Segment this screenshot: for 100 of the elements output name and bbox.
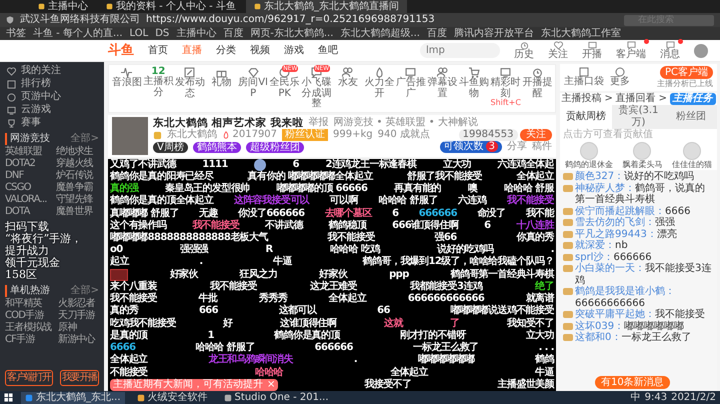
top-fan-name[interactable]: 飘着柔头马 [622,160,662,170]
toolbar-item[interactable]: 12 主播积分 [142,67,174,110]
sidebar-item[interactable]: 排行榜 [5,78,99,90]
nav-link[interactable]: 视频 [250,44,270,56]
game-link[interactable]: 火影忍者 [58,298,99,310]
top-fan-name[interactable]: 佳佳佳的猫 [672,160,712,170]
game-link[interactable]: 魔兽世界 [56,206,99,218]
toolbar-item[interactable]: 房间VIP [237,67,269,110]
bookmark-link[interactable]: LOL [130,28,148,40]
toolbar-item[interactable]: 水友 [332,67,364,110]
panel-link[interactable]: 主播投稿 > [561,92,613,105]
rank-tab[interactable]: 贵宾(3.1万) [612,104,665,129]
toolbar-item[interactable]: 精彩时刻 Shift+C [490,67,522,110]
game-link[interactable]: 新游中心 [58,334,99,346]
header-action[interactable]: 历史 [514,41,534,60]
game-link[interactable]: 绝地求生 [56,146,99,158]
game-link[interactable]: CF手游 [5,334,56,346]
browser-tab[interactable]: 我的资料 - 个人中心 - 斗鱼 [98,0,244,13]
toolbar-item[interactable]: 弹幕设置 [426,67,458,110]
nav-link[interactable]: 鱼吧 [318,44,338,56]
sidebar-item[interactable]: 赛事 [5,117,99,129]
sidebar-item[interactable]: 我的关注 [5,65,99,77]
pc-client-button[interactable]: PC客户端 [660,66,713,79]
task-badge[interactable]: 主播任务 [670,92,716,105]
bookmark-link[interactable]: 腾讯内容开放平台 [454,28,534,40]
game-link[interactable]: DOTA2 [5,158,53,170]
toolbar-item[interactable]: 发布动态 [174,67,206,110]
toolbar-item[interactable]: 音浪图 [111,67,143,110]
nav-link[interactable]: 首页 [148,44,168,56]
game-link[interactable]: DNF [5,170,53,182]
follow-button[interactable]: 关注 [520,129,552,142]
game-link[interactable]: 穿越火线 [56,158,99,170]
bookmark-link[interactable]: 书签 [6,28,26,40]
toolbar-item[interactable]: 火力全开 [364,67,396,110]
score-value: 12 [151,67,166,77]
danmaku-text: 是真的顶 [110,330,148,342]
game-link[interactable]: COD手游 [5,310,56,322]
search-field[interactable]: lmp [420,43,500,58]
ad-overlay-text: 扫码下载 “将夜行”手游， 提升战力 领千元现金 158区 [5,221,84,282]
site-logo[interactable]: 斗鱼 [108,42,134,58]
share-link[interactable]: 分享 [507,141,527,154]
more-link[interactable]: 全部> [70,285,99,298]
bookmark-link[interactable]: 百度 [223,28,244,40]
taskbar-app[interactable]: 东北大鹤鸽_东北... [21,392,125,404]
panel-link[interactable]: 直播回看 > [616,92,668,105]
sidebar-item[interactable]: 云游戏 [5,104,99,116]
room-badge[interactable]: V周榜 [153,142,188,153]
browser-tab[interactable]: 东北大鹤鸽_东北大鹤鸽直播间 [246,0,407,13]
bookmark-link[interactable]: DS [155,28,170,40]
game-link[interactable]: 英雄联盟 [5,146,53,158]
toolbar-item[interactable]: 斗鱼购物 [458,67,490,110]
game-link[interactable]: 炉石传说 [56,170,99,182]
more-link[interactable]: 全部> [70,133,99,145]
bookmark-link[interactable]: 主播中心 [176,28,216,40]
ime-indicator[interactable]: 中 [630,392,641,404]
taskbar-app[interactable]: Studio One - 201... [220,392,333,404]
streamer-name[interactable]: 东北大鹤鸽 [167,129,217,142]
bookmark-link[interactable]: 网页-东北大鹤鸽... [250,28,334,40]
report-link[interactable]: 举报 [308,116,328,129]
sidebar-item[interactable]: 页游中心 [5,91,99,103]
header-action[interactable]: 关注 [548,41,568,60]
danmaku-text: 好家伙 [170,268,198,281]
circle-icon [615,67,625,78]
hint-text: 点击方可查看贡献值 [562,128,654,141]
tool-button[interactable]: 更多 [610,67,630,88]
nav-link[interactable]: 直播 [182,44,202,56]
game-link[interactable]: 守望先锋 [56,194,99,206]
game-link[interactable]: 王者模拟战 [5,322,56,334]
game-link[interactable]: 原神 [58,322,99,334]
sidebar-button[interactable]: 我要开播 [60,370,99,386]
game-link[interactable]: 魔兽争霸 [56,182,99,194]
toolbar-item[interactable]: 开播提醒 [522,67,554,110]
bookmark-link[interactable]: 百度 [426,28,447,40]
game-link[interactable]: DOTA [5,206,53,218]
tool-button[interactable]: 主播口袋 [564,67,604,88]
toolbar-item[interactable]: 礼物 [206,67,238,110]
claim-button[interactable]: 可领次数 3 [440,141,502,154]
room-badge[interactable]: 超级粉丝团 [246,142,304,153]
sidebar-button[interactable]: 客户端打开 [5,370,54,386]
game-link[interactable]: 和平精英 [5,298,56,310]
header-action[interactable]: 客户端 [616,41,646,60]
clip-link[interactable]: 稿件 [532,141,552,154]
game-link[interactable]: 天刀手游 [58,310,99,322]
url-text[interactable]: https://www.douyu.com/962917_r=0.2521696988791153 [146,14,435,26]
header-action[interactable]: 开播 [582,41,602,60]
browser-tab[interactable]: 主播中心 [30,0,96,13]
toolbar-item[interactable]: 广告推广 [395,67,427,110]
room-badge[interactable]: 鹤鸽熊本 [192,142,241,153]
bookmark-link[interactable]: 东北大鹤鸽工作室 [540,28,621,40]
top-fan-name[interactable]: 鹤鸽的退休金 [564,160,613,170]
user-avatar[interactable] [694,44,708,58]
nav-link[interactable]: 分类 [216,44,236,56]
bookmark-link[interactable]: 斗鱼 - 每个人的直... [33,28,123,40]
taskbar-app[interactable]: 火绒安全软件 [132,392,212,404]
game-link[interactable]: CSGO [5,182,53,194]
game-link[interactable]: VALORA... [5,194,53,206]
header-action[interactable]: 消息 [660,41,680,60]
bookmark-link[interactable]: 东北大鹤鸽超级... [340,28,420,40]
rank-tab[interactable]: 粉丝团 [664,104,717,129]
nav-link[interactable]: 游戏 [284,44,304,56]
